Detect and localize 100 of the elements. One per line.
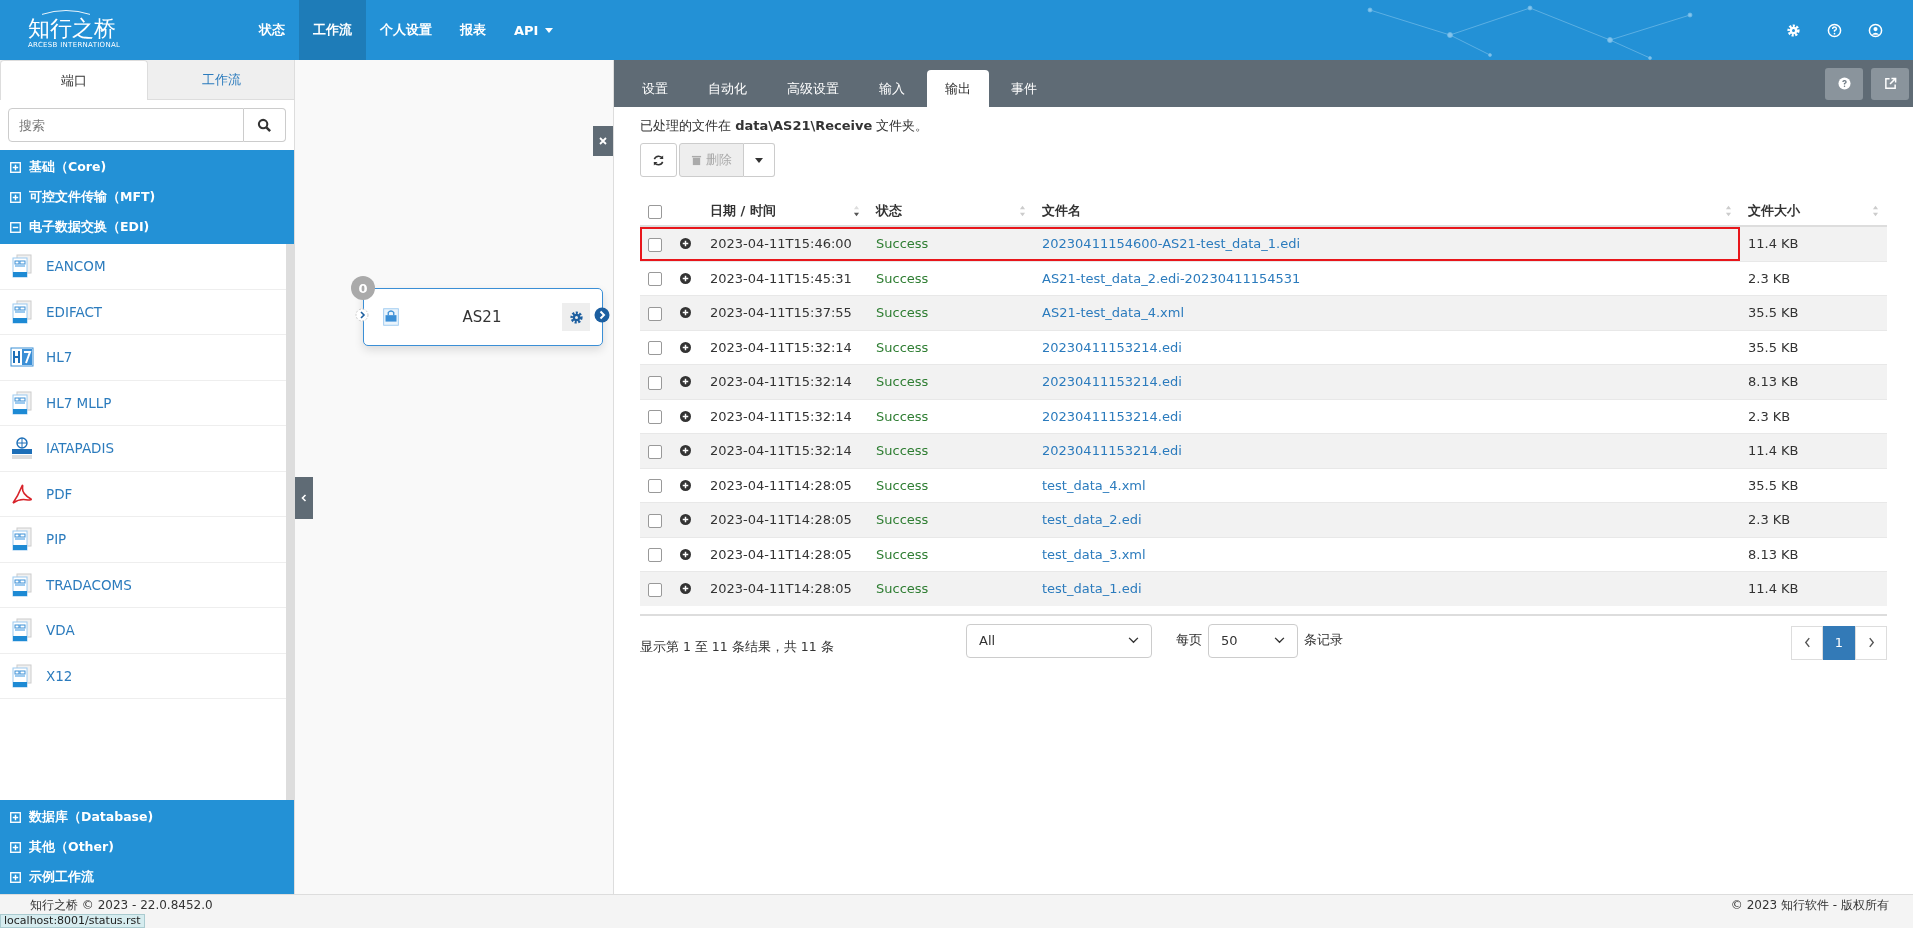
table-cell: 2023-04-11T15:46:00: [710, 236, 852, 252]
expand-icon[interactable]: [680, 376, 691, 388]
chevron-down-icon: [1274, 637, 1285, 644]
refresh-button[interactable]: [640, 143, 677, 177]
status-text: Success: [876, 477, 929, 493]
sidebar-tab[interactable]: 端口: [0, 60, 148, 100]
connector-item[interactable]: X12: [0, 653, 286, 699]
search-button[interactable]: [244, 108, 286, 142]
panel-tab[interactable]: 输入: [861, 70, 923, 107]
row-checkbox[interactable]: [648, 548, 662, 562]
expand-icon[interactable]: [680, 479, 691, 491]
category-header[interactable]: 示例工作流: [0, 862, 294, 892]
per-page-select[interactable]: 50: [1208, 623, 1298, 658]
row-checkbox[interactable]: [648, 513, 662, 528]
row-checkbox[interactable]: [648, 582, 662, 597]
file-link[interactable]: AS21-test_data_4.xml: [1042, 305, 1184, 321]
help-icon[interactable]: [1827, 22, 1842, 38]
file-link[interactable]: 20230411153214.edi: [1042, 408, 1182, 424]
input-port-icon[interactable]: [355, 308, 369, 322]
select-all-checkbox[interactable]: [648, 204, 662, 219]
category-header[interactable]: 可控文件传输（MFT): [0, 182, 294, 212]
status-text: Success: [876, 236, 929, 252]
category-header[interactable]: 数据库（Database): [0, 802, 294, 832]
file-link[interactable]: 20230411153214.edi: [1042, 339, 1182, 355]
category-header[interactable]: 其他（Other): [0, 832, 294, 862]
status-url-tooltip: localhost:8001/status.rst: [0, 914, 145, 928]
connector-item[interactable]: HL7: [0, 335, 286, 381]
category-header[interactable]: 基础（Core): [0, 152, 294, 182]
expand-icon[interactable]: [680, 307, 691, 319]
status-text: Success: [876, 305, 929, 321]
row-checkbox[interactable]: [648, 479, 662, 493]
file-link[interactable]: 20230411153214.edi: [1042, 374, 1182, 390]
row-checkbox[interactable]: [648, 410, 662, 424]
folder-info-text: 已处理的文件在 data\AS21\Receive 文件夹。: [640, 117, 930, 135]
file-link[interactable]: test_data_3.xml: [1042, 546, 1146, 562]
settings-button[interactable]: [562, 303, 590, 331]
document-icon: [10, 572, 34, 597]
file-link[interactable]: test_data_1.edi: [1042, 581, 1142, 597]
plus-box-icon: [10, 841, 21, 853]
dropdown-button[interactable]: [744, 143, 775, 177]
search-field[interactable]: 搜索: [8, 108, 244, 142]
expand-icon[interactable]: [680, 445, 691, 457]
panel-tab[interactable]: 事件: [993, 70, 1055, 107]
expand-icon[interactable]: [680, 410, 691, 422]
row-checkbox[interactable]: [648, 272, 662, 286]
filter-select[interactable]: All: [966, 623, 1152, 658]
row-checkbox[interactable]: [648, 444, 662, 459]
row-checkbox[interactable]: [648, 341, 662, 355]
connector-item[interactable]: IATAPADIS: [0, 426, 286, 472]
external-link-button[interactable]: [1871, 67, 1909, 100]
table-cell: 2023-04-11T14:28:05: [710, 581, 852, 597]
settings-icon[interactable]: [1786, 22, 1801, 38]
panel-tab[interactable]: 输出: [927, 70, 989, 107]
plus-box-icon: [10, 161, 21, 173]
sort-icon: [1019, 205, 1026, 217]
connector-item[interactable]: PDF: [0, 471, 286, 517]
row-checkbox[interactable]: [648, 375, 662, 390]
table-cell: 2023-04-11T15:32:14: [710, 408, 852, 424]
connector-item[interactable]: HL7 MLLP: [0, 380, 286, 426]
plus-box-icon: [10, 191, 21, 203]
version-text: 知行之桥 © 2023 - 22.0.8452.0: [30, 898, 213, 912]
connector-item[interactable]: VDA: [0, 608, 286, 654]
file-link[interactable]: test_data_2.edi: [1042, 512, 1142, 528]
connector-item[interactable]: EDIFACT: [0, 289, 286, 335]
close-button[interactable]: [593, 126, 613, 156]
expand-icon[interactable]: [680, 514, 691, 526]
file-link[interactable]: 20230411153214.edi: [1042, 443, 1182, 459]
category-header[interactable]: 电子数据交换（EDI): [0, 212, 294, 242]
nav-link[interactable]: 工作流: [299, 0, 366, 60]
user-icon[interactable]: [1868, 22, 1883, 38]
file-link[interactable]: AS21-test_data_2.edi-20230411154531: [1042, 270, 1301, 286]
connector-item[interactable]: PIP: [0, 517, 286, 563]
nav-link[interactable]: 状态: [245, 0, 299, 60]
status-text: Success: [876, 339, 929, 355]
expand-icon[interactable]: [680, 238, 691, 250]
file-link[interactable]: test_data_4.xml: [1042, 477, 1146, 493]
row-checkbox[interactable]: [648, 306, 662, 321]
table-cell: 2023-04-11T14:28:05: [710, 477, 852, 493]
connector-item[interactable]: EANCOM: [0, 244, 286, 290]
connector-item[interactable]: TRADACOMS: [0, 562, 286, 608]
panel-tab[interactable]: 高级设置: [769, 70, 857, 107]
file-link[interactable]: 20230411154600-AS21-test_data_1.edi: [1042, 236, 1301, 252]
expand-icon[interactable]: [680, 341, 691, 353]
nav-link[interactable]: 个人设置: [366, 0, 446, 60]
expand-icon[interactable]: [680, 583, 691, 595]
sort-icon: [1872, 205, 1879, 217]
row-checkbox[interactable]: [648, 237, 662, 252]
close-icon: [598, 136, 608, 146]
table-cell: 8.13 KB: [1748, 374, 1799, 390]
panel-tab[interactable]: 设置: [624, 70, 686, 107]
status-text: Success: [876, 374, 929, 390]
help-button[interactable]: [1825, 67, 1863, 100]
nav-link[interactable]: API: [500, 0, 568, 60]
expand-icon[interactable]: [680, 548, 691, 560]
panel-tab[interactable]: 自动化: [690, 70, 765, 107]
trash-icon: [691, 154, 702, 166]
expand-icon[interactable]: [680, 272, 691, 284]
nav-link[interactable]: 报表: [446, 0, 500, 60]
plus-box-icon: [10, 871, 21, 883]
page-button[interactable]: 1: [1823, 625, 1855, 660]
